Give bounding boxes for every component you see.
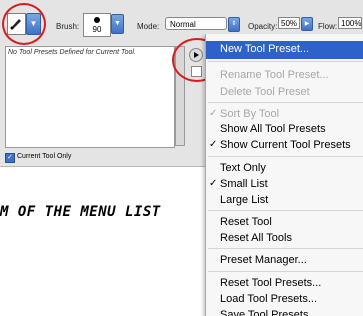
menu-item-label: Small List [220,178,268,190]
flow-label: Flow: [318,22,338,31]
menu-item-large-list[interactable]: Large List [206,193,363,208]
brush-dropdown-arrow[interactable]: ▼ [111,14,124,34]
tool-preset-menu: New Tool Preset... Rename Tool Preset... D… [205,34,363,316]
brush-preview[interactable]: 90 [83,13,111,37]
menu-item-show-current-tool-presets[interactable]: ✓ Show Current Tool Presets [206,138,363,153]
menu-item-label: Save Tool Presets... [220,309,318,316]
menu-item-label: Sort By Tool [220,108,280,120]
menu-item-small-list[interactable]: ✓ Small List [206,177,363,192]
opacity-field[interactable]: 50% [278,17,300,29]
menu-item-reset-all-tools[interactable]: Reset All Tools [206,231,363,246]
menu-item-label: Load Tool Presets... [220,293,318,305]
menu-item-label: Reset Tool [220,216,272,228]
menu-item-new-tool-preset[interactable]: New Tool Preset... [206,41,363,59]
menu-item-reset-tool[interactable]: Reset Tool [206,215,363,230]
checkmark-icon: ✓ [209,178,218,189]
menu-item-show-all-tool-presets[interactable]: Show All Tool Presets [206,122,363,137]
mode-dropdown-arrow[interactable]: ⇕ [228,17,240,32]
menu-separator [208,61,363,62]
checkmark-icon: ✓ [209,139,218,150]
preset-empty-message: No Tool Presets Defined for Current Tool… [8,49,136,56]
brush-tip-icon [94,17,100,23]
menu-item-delete-tool-preset: Delete Tool Preset [206,85,363,100]
checkmark-icon: ✓ [209,108,218,119]
menu-item-label: Reset All Tools [220,232,292,244]
menu-separator [208,271,363,272]
menu-item-load-tool-presets[interactable]: Load Tool Presets... [206,292,363,307]
menu-separator [208,248,363,249]
opacity-dropdown-arrow[interactable]: ▶ [301,17,313,31]
preset-list[interactable]: No Tool Presets Defined for Current Tool… [5,46,175,148]
current-tool-only-checkbox[interactable]: ✓ [5,153,15,163]
menu-item-label: Reset Tool Presets... [220,277,322,289]
menu-separator [208,102,363,103]
menu-item-reset-tool-presets[interactable]: Reset Tool Presets... [206,276,363,291]
mode-select[interactable]: Normal [165,17,227,30]
brush-label: Brush: [56,22,80,31]
menu-item-label: Show Current Tool Presets [220,139,351,151]
screenshot-stage: ▼ Brush: 90 ▼ Mode: Normal ⇕ Opacity: 50… [0,0,363,316]
menu-separator [208,156,363,157]
mode-label: Mode: [137,22,160,31]
flow-field[interactable]: 100% [338,17,362,29]
menu-item-label: Large List [220,194,269,206]
menu-separator [208,210,363,211]
menu-item-rename-tool-preset: Rename Tool Preset... [206,68,363,83]
menu-item-text-only[interactable]: Text Only [206,161,363,176]
menu-item-label: New Tool Preset... [220,43,310,55]
opacity-label: Opacity: [248,22,278,31]
menu-item-label: Preset Manager... [220,254,307,266]
menu-item-save-tool-presets[interactable]: Save Tool Presets... [206,308,363,316]
annotation-circle-tool-picker [2,3,46,45]
menu-item-label: Rename Tool Preset... [220,69,329,81]
menu-item-preset-manager[interactable]: Preset Manager... [206,253,363,268]
menu-item-label: Text Only [220,162,266,174]
menu-item-label: Delete Tool Preset [220,86,310,98]
caption-text: M OF THE MENU LIST [0,204,161,220]
menu-item-sort-by-tool: ✓ Sort By Tool [206,107,363,122]
brush-size: 90 [92,25,102,34]
menu-item-label: Show All Tool Presets [220,123,326,135]
current-tool-only-label: Current Tool Only [17,153,72,160]
